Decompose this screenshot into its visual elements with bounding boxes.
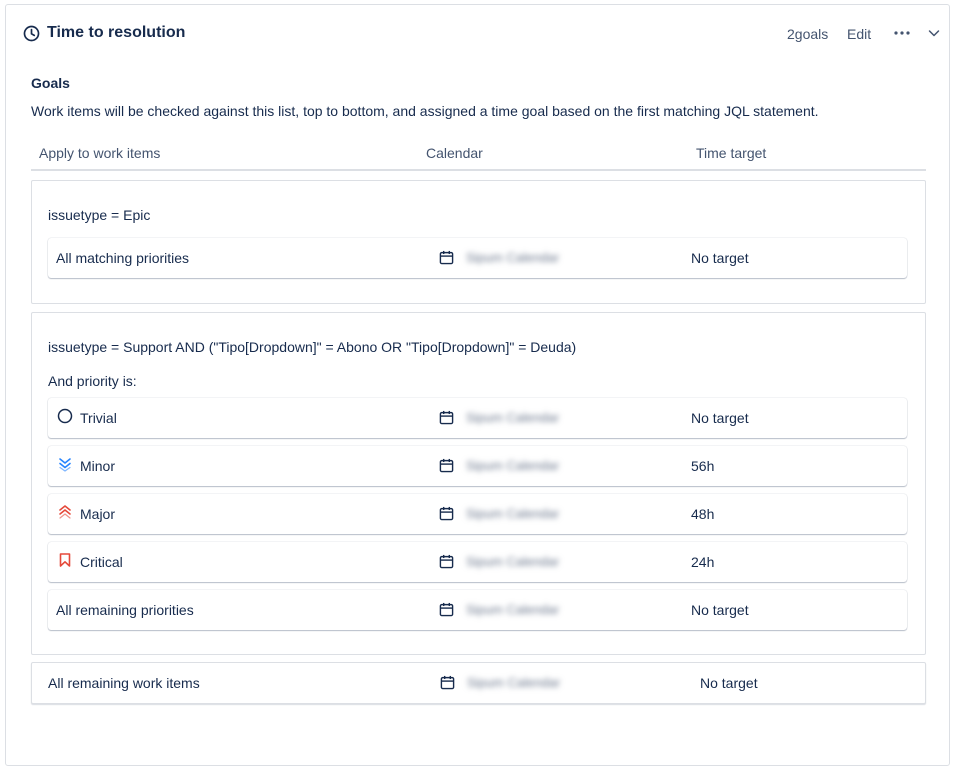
time-target: No target bbox=[691, 602, 749, 618]
column-header-calendar: Calendar bbox=[426, 145, 483, 161]
calendar-name: Sipum Calendar bbox=[466, 554, 560, 569]
calendar-icon bbox=[439, 506, 454, 521]
goal-row-trivial[interactable]: Trivial Sipum Calendar No target bbox=[48, 398, 907, 438]
goals-heading: Goals bbox=[31, 75, 70, 91]
column-header-time-target: Time target bbox=[696, 145, 767, 161]
goals-count-badge: 2goals bbox=[787, 26, 829, 42]
calendar-icon bbox=[439, 554, 454, 569]
time-target: No target bbox=[691, 250, 749, 266]
goal-row-critical[interactable]: Critical Sipum Calendar 24h bbox=[48, 542, 907, 582]
calendar-name: Sipum Calendar bbox=[466, 602, 560, 617]
circle-outline-icon bbox=[57, 408, 73, 424]
priority-label: Major bbox=[80, 506, 116, 522]
goal-group-support: issuetype = Support AND ("Tipo[Dropdown]… bbox=[31, 312, 926, 655]
calendar-name: Sipum Calendar bbox=[466, 458, 560, 473]
sla-title: Time to resolution bbox=[47, 24, 186, 41]
goal-row-all-remaining-work-items[interactable]: All remaining work items Sipum Calendar … bbox=[31, 662, 926, 704]
calendar-icon bbox=[439, 410, 454, 425]
calendar-name: Sipum Calendar bbox=[467, 675, 561, 690]
priority-label: All matching priorities bbox=[56, 250, 190, 266]
priority-label: Minor bbox=[80, 458, 116, 474]
time-target: No target bbox=[691, 410, 749, 426]
calendar-name: Sipum Calendar bbox=[466, 506, 560, 521]
calendar-name: Sipum Calendar bbox=[466, 410, 560, 425]
goal-row-all-matching[interactable]: All matching priorities Sipum Calendar N… bbox=[48, 238, 907, 278]
priority-label: All remaining priorities bbox=[56, 602, 194, 618]
jql-statement: issuetype = Epic bbox=[48, 207, 151, 223]
goal-group-epic: issuetype = Epic All matching priorities… bbox=[31, 180, 926, 304]
goal-row-major[interactable]: Major Sipum Calendar 48h bbox=[48, 494, 907, 534]
goal-row-minor[interactable]: Minor Sipum Calendar 56h bbox=[48, 446, 907, 486]
goal-row-all-remaining-priorities[interactable]: All remaining priorities Sipum Calendar … bbox=[48, 590, 907, 630]
sla-header: Time to resolution 2goals Edit bbox=[6, 5, 949, 63]
calendar-icon bbox=[440, 675, 455, 690]
sla-card: Time to resolution 2goals Edit Goals Wor… bbox=[5, 4, 950, 766]
double-chevron-down-icon bbox=[59, 458, 71, 472]
calendar-icon bbox=[439, 250, 454, 265]
calendar-icon bbox=[439, 458, 454, 473]
priority-label: Critical bbox=[80, 554, 123, 570]
calendar-name: Sipum Calendar bbox=[466, 250, 560, 265]
time-target: 24h bbox=[691, 554, 715, 570]
double-chevron-up-icon bbox=[59, 505, 71, 519]
bookmark-flag-icon bbox=[59, 553, 71, 567]
column-header-apply: Apply to work items bbox=[39, 145, 161, 161]
chevron-down-icon[interactable] bbox=[926, 25, 942, 41]
more-actions-icon[interactable] bbox=[892, 23, 912, 43]
time-target: No target bbox=[700, 675, 758, 691]
clock-icon bbox=[23, 25, 40, 42]
edit-button[interactable]: Edit bbox=[847, 26, 871, 42]
priority-label: Trivial bbox=[80, 410, 117, 426]
and-priority-label: And priority is: bbox=[48, 373, 137, 389]
jql-statement: issuetype = Support AND ("Tipo[Dropdown]… bbox=[48, 339, 577, 355]
remaining-label: All remaining work items bbox=[48, 675, 200, 691]
time-target: 56h bbox=[691, 458, 715, 474]
goals-description: Work items will be checked against this … bbox=[31, 103, 819, 119]
calendar-icon bbox=[439, 602, 454, 617]
time-target: 48h bbox=[691, 506, 715, 522]
header-divider bbox=[31, 169, 926, 171]
